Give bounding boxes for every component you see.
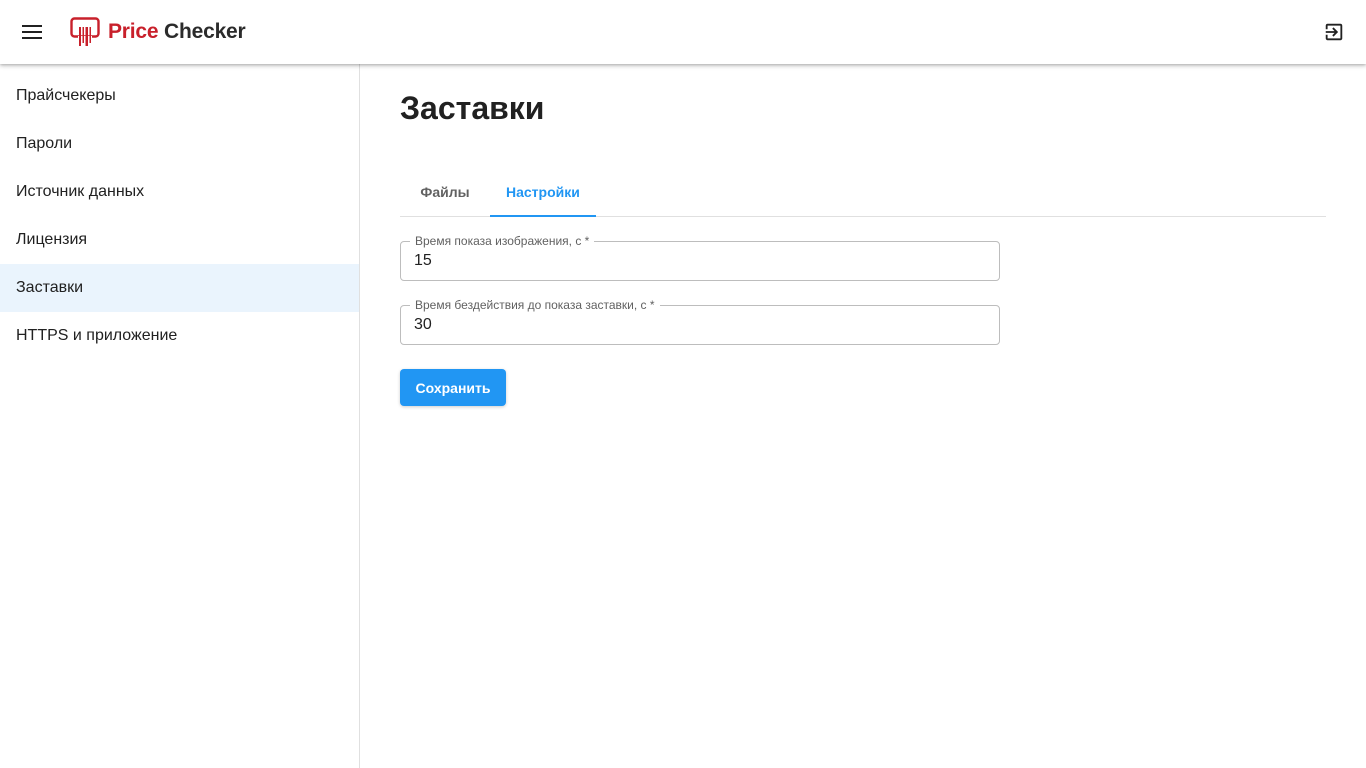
tab-settings[interactable]: Настройки <box>490 168 596 217</box>
sidebar: Прайсчекеры Пароли Источник данных Лицен… <box>0 64 360 768</box>
tab-bar: Файлы Настройки <box>400 168 1326 217</box>
sidebar-item-pricecheckers[interactable]: Прайсчекеры <box>0 72 359 120</box>
sidebar-item-data-source[interactable]: Источник данных <box>0 168 359 216</box>
price-checker-logo-icon <box>70 17 100 46</box>
image-display-time-label: Время показа изображения, с * <box>410 234 595 248</box>
idle-time-input[interactable] <box>414 314 984 336</box>
page-title: Заставки <box>400 90 545 126</box>
app-bar: Price Checker <box>0 0 1366 64</box>
main-content: Заставки Файлы Настройки Время показа из… <box>360 64 1366 768</box>
tab-files[interactable]: Файлы <box>400 168 490 216</box>
image-display-time-field: Время показа изображения, с * <box>400 234 1000 281</box>
logo-word-price: Price <box>108 20 159 43</box>
sidebar-nav-list: Прайсчекеры Пароли Источник данных Лицен… <box>0 64 359 360</box>
image-display-time-input[interactable] <box>414 250 984 272</box>
app-logo-text: Price Checker <box>108 20 246 44</box>
sidebar-item-license[interactable]: Лицензия <box>0 216 359 264</box>
menu-button[interactable] <box>16 16 48 48</box>
sidebar-item-passwords[interactable]: Пароли <box>0 120 359 168</box>
logout-button[interactable] <box>1318 16 1350 48</box>
sidebar-item-screensavers[interactable]: Заставки <box>0 264 359 312</box>
sidebar-item-https-app[interactable]: HTTPS и приложение <box>0 312 359 360</box>
app-logo[interactable]: Price Checker <box>70 17 246 47</box>
idle-time-label: Время бездействия до показа заставки, с … <box>410 298 660 312</box>
hamburger-menu-icon <box>22 25 42 39</box>
logout-icon <box>1325 23 1343 41</box>
idle-time-field: Время бездействия до показа заставки, с … <box>400 298 1000 345</box>
logo-word-checker: Checker <box>164 20 246 43</box>
save-button[interactable]: Сохранить <box>400 369 506 406</box>
